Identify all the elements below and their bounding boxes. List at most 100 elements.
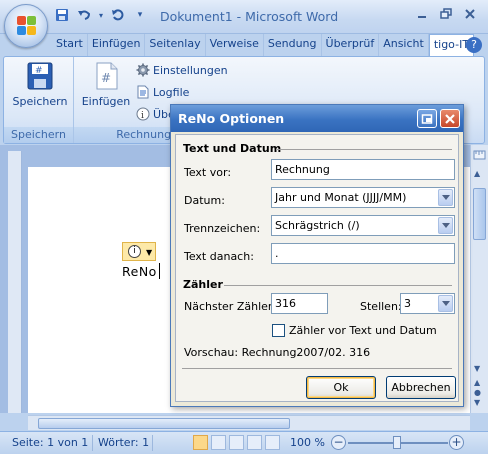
preview-text: Vorschau: Rechnung2007/02. 316 <box>184 346 371 359</box>
chevron-down-icon: ▼ <box>146 248 153 257</box>
vertical-scrollbar[interactable]: ▲ ▼ ▲ ● ▼ <box>470 145 488 413</box>
svg-text:i: i <box>141 111 144 121</box>
horizontal-scroll-thumb[interactable] <box>38 418 290 429</box>
ribbon-group-speichern: # Speichern Speichern <box>4 57 74 143</box>
word-count[interactable]: Wörter: 1 <box>98 436 149 449</box>
naechster-zaehler-label: Nächster Zähler: <box>184 300 276 313</box>
status-bar: Seite: 1 von 1 Wörter: 1 100 % − + <box>0 431 488 454</box>
info-icon: i <box>128 245 141 258</box>
trennzeichen-label: Trennzeichen: <box>184 222 261 235</box>
text-vor-input[interactable]: Rechnung <box>271 159 455 180</box>
zoom-slider-thumb[interactable] <box>393 436 401 449</box>
stellen-select[interactable]: 3 <box>400 293 455 314</box>
einfuegen-button[interactable]: # Einfügen <box>80 61 132 108</box>
document-text: ReNo <box>122 264 157 279</box>
office-logo-icon <box>17 16 37 36</box>
section-divider <box>276 149 452 150</box>
undo-dropdown-icon[interactable]: ▾ <box>98 7 104 23</box>
restore-icon[interactable] <box>438 8 454 22</box>
zoom-level[interactable]: 100 % <box>290 436 325 449</box>
ueber-button[interactable]: i Übe <box>136 107 175 121</box>
draft-view-icon[interactable] <box>265 435 280 450</box>
undo-icon[interactable] <box>76 7 92 23</box>
tab-sendungen[interactable]: Sendung <box>264 34 322 56</box>
speichern-button-label: Speichern <box>12 95 68 108</box>
window-title: Dokument1 - Microsoft Word <box>160 9 339 24</box>
print-layout-view-icon[interactable] <box>193 435 208 450</box>
chevron-down-icon[interactable] <box>438 295 453 312</box>
info-icon: i <box>136 107 150 121</box>
speichern-button[interactable]: # Speichern <box>10 61 70 108</box>
tab-verweise[interactable]: Verweise <box>206 34 264 56</box>
zaehler-vor-text-label[interactable]: Zähler vor Text und Datum <box>289 324 437 337</box>
zaehler-vor-text-checkbox[interactable] <box>272 324 285 337</box>
help-icon[interactable]: ? <box>466 37 482 53</box>
vertical-ruler <box>8 151 22 413</box>
stellen-label: Stellen: <box>360 300 402 313</box>
dialog-restore-button[interactable] <box>417 109 437 128</box>
ruler-toggle-icon[interactable] <box>473 148 486 162</box>
zoom-in-icon[interactable]: + <box>449 435 464 450</box>
logfile-button[interactable]: Logfile <box>136 85 189 99</box>
datum-select-value: Jahr und Monat (JJJJ/MM) <box>275 191 407 204</box>
browse-object-icon[interactable]: ● <box>474 388 481 397</box>
tab-seitenlayout[interactable]: Seitenlay <box>145 34 206 56</box>
chevron-down-icon[interactable] <box>438 189 453 206</box>
quick-access-toolbar: ▾ ▾ <box>54 7 148 23</box>
office-button[interactable] <box>4 4 48 48</box>
logfile-label: Logfile <box>153 85 190 99</box>
tab-ueberpruefen[interactable]: Überprüf <box>322 34 380 56</box>
trennzeichen-select[interactable]: Schrägstrich (/) <box>271 215 455 236</box>
gear-icon <box>136 63 150 77</box>
section-heading-text-datum: Text und Datum <box>183 142 282 155</box>
close-icon[interactable] <box>462 8 478 22</box>
text-danach-input[interactable]: . <box>271 243 455 264</box>
save-icon[interactable] <box>54 7 70 23</box>
ok-button[interactable]: Ok <box>306 376 376 399</box>
scroll-up-icon[interactable]: ▲ <box>474 169 480 178</box>
cancel-button[interactable]: Abbrechen <box>386 376 456 399</box>
chevron-down-icon[interactable] <box>438 217 453 234</box>
tab-start[interactable]: Start <box>52 34 88 56</box>
dialog-body: Text und Datum Text vor: Rechnung Datum:… <box>175 134 459 402</box>
customize-qat-icon[interactable]: ▾ <box>132 7 148 23</box>
vertical-scroll-thumb[interactable] <box>473 188 486 240</box>
datum-label: Datum: <box>184 194 225 207</box>
section-divider <box>182 368 452 369</box>
smart-tag-button[interactable]: i ▼ <box>122 242 156 261</box>
stellen-select-value: 3 <box>404 297 411 310</box>
section-heading-zaehler: Zähler <box>183 278 223 291</box>
full-screen-reading-view-icon[interactable] <box>211 435 226 450</box>
page-count[interactable]: Seite: 1 von 1 <box>12 436 88 449</box>
zoom-out-icon[interactable]: − <box>331 435 346 450</box>
previous-page-icon[interactable]: ▲ <box>474 378 480 387</box>
group-label-speichern: Speichern <box>4 127 73 143</box>
einstellungen-label: Einstellungen <box>153 63 228 77</box>
outline-view-icon[interactable] <box>247 435 262 450</box>
tab-einfuegen[interactable]: Einfügen <box>88 34 146 56</box>
document-icon <box>136 85 150 99</box>
naechster-zaehler-input[interactable]: 316 <box>271 293 328 314</box>
einstellungen-button[interactable]: Einstellungen <box>136 63 228 77</box>
text-danach-label: Text danach: <box>184 250 254 263</box>
title-bar: ▾ ▾ Dokument1 - Microsoft Word <box>0 0 488 34</box>
einfuegen-button-label: Einfügen <box>81 95 131 108</box>
horizontal-scrollbar[interactable] <box>28 415 470 430</box>
status-divider <box>92 435 93 451</box>
dialog-close-button[interactable] <box>440 109 460 128</box>
text-cursor <box>159 263 160 279</box>
scroll-down-icon[interactable]: ▼ <box>474 364 480 373</box>
status-divider <box>152 435 153 451</box>
text-vor-label: Text vor: <box>184 166 232 179</box>
minimize-icon[interactable] <box>414 8 430 22</box>
redo-icon[interactable] <box>110 7 126 23</box>
tab-ansicht[interactable]: Ansicht <box>379 34 429 56</box>
save-document-icon: # <box>26 61 54 91</box>
next-page-icon[interactable]: ▼ <box>474 398 480 407</box>
insert-number-icon: # <box>92 61 120 91</box>
datum-select[interactable]: Jahr und Monat (JJJJ/MM) <box>271 187 455 208</box>
web-layout-view-icon[interactable] <box>229 435 244 450</box>
reno-options-dialog: ReNo Optionen Text und Datum Text vor: R… <box>170 104 464 407</box>
section-divider <box>224 285 452 286</box>
svg-text:#: # <box>35 66 43 76</box>
